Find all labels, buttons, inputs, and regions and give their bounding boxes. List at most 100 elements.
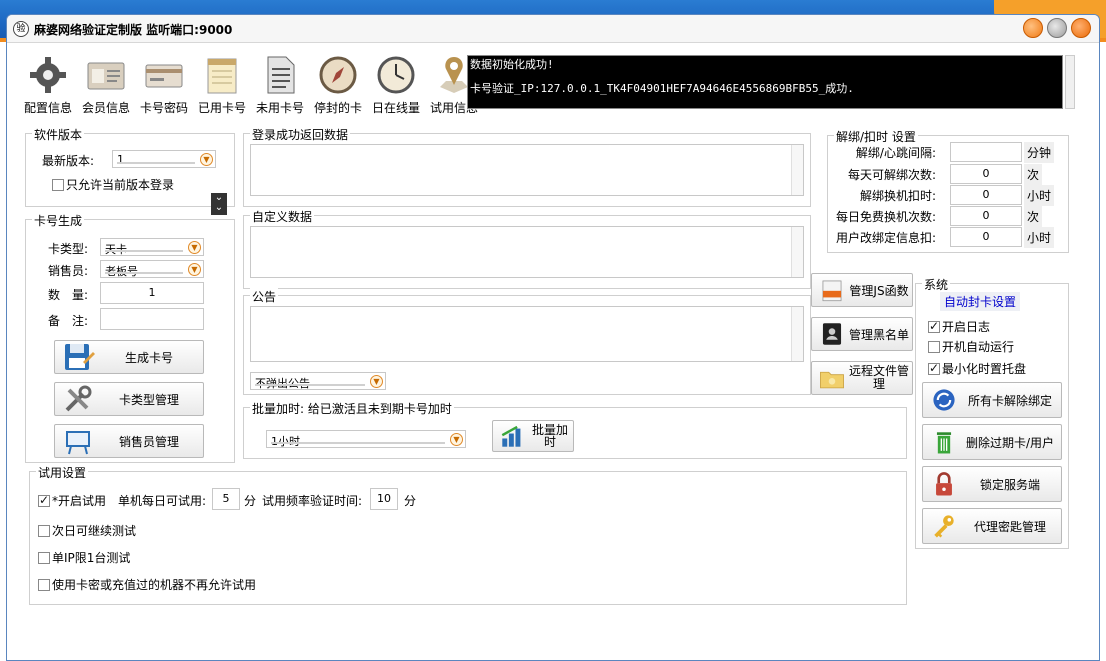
card-type-select[interactable]: 天卡 ▼ [100,238,204,256]
chevron-down-icon: ▼ [188,263,201,276]
notice-popup-select[interactable]: 不弹出公告 ▼ [250,372,386,390]
one-ip-limit-checkbox[interactable]: 单IP限1台测试 [38,549,130,566]
trial-settings-group: 试用设置 *开启试用 单机每日可试用: 5 分 试用频率验证时间: 10 分 次… [29,464,907,605]
daily-trial-input[interactable]: 5 [212,488,240,510]
select-underline [105,272,183,274]
unit-label: 次 [1024,206,1043,227]
app-logo-icon: 验 [13,21,29,37]
log-scrollbar[interactable] [1065,55,1075,109]
scrollbar[interactable] [791,227,803,277]
minimize-button[interactable] [1023,18,1043,38]
tool-banned-cards[interactable]: 停封的卡 [311,53,365,115]
software-version-group: 软件版本 最新版本: 1 ▼ 只允许当前版本登录 [25,126,235,207]
compass-icon [319,56,357,94]
button-label: 销售员管理 [118,434,179,449]
card-type-management-button[interactable]: 卡类型管理 [54,382,204,416]
latest-version-select[interactable]: 1 ▼ [112,150,216,168]
js-file-icon [822,280,842,302]
login-return-textarea[interactable] [250,144,804,196]
notice-textarea[interactable] [250,306,804,362]
only-current-version-checkbox[interactable]: 只允许当前版本登录 [52,176,174,193]
heartbeat-interval-input[interactable] [950,142,1022,162]
group-legend: 批量加时: 给已激活且未到期卡号加时 [250,400,454,417]
manage-blacklist-button[interactable]: 管理黑名单 [811,317,913,351]
close-button[interactable] [1071,18,1091,38]
scrollbar[interactable] [791,145,803,195]
window-titlebar[interactable]: 验 麻婆网络验证定制版 监听端口:9000 [7,15,1099,43]
minimize-to-tray-checkbox[interactable]: 最小化时置托盘 [928,360,1026,377]
unbind-all-cards-button[interactable]: 所有卡解除绑定 [922,382,1062,418]
select-underline [271,442,445,444]
rebind-deduct-input[interactable]: 0 [950,227,1022,247]
window-content: 配置信息 会员信息 卡号密码 已用卡号 未用卡号 停封的卡 日在线量 试用信息 … [7,43,1099,660]
next-day-continue-checkbox[interactable]: 次日可继续测试 [38,522,136,539]
batch-time-select[interactable]: 1小时 ▼ [266,430,466,448]
daily-trial-label: 单机每日可试用: [118,494,207,508]
lock-server-button[interactable]: 锁定服务端 [922,466,1062,502]
free-machine-change-input[interactable]: 0 [950,206,1022,226]
card-generation-group: 卡号生成 卡类型: 天卡 ▼ 销售员: 老板号 ▼ 数 量: 1 备 注: 生成… [25,212,235,463]
tool-label: 未用卡号 [255,101,304,115]
seller-management-button[interactable]: 销售员管理 [54,424,204,458]
autostart-checkbox[interactable]: 开机自动运行 [928,338,1014,355]
unit-label: 分 [244,494,257,508]
button-label: 卡类型管理 [118,392,179,407]
agent-key-management-button[interactable]: 代理密匙管理 [922,508,1062,544]
log-line: 数据初始化成功! [470,58,554,71]
button-label: 管理黑名单 [848,327,909,342]
easel-icon [66,431,90,455]
seller-select[interactable]: 老板号 ▼ [100,260,204,278]
enable-log-checkbox[interactable]: 开启日志 [928,318,990,335]
note-input[interactable] [100,308,204,330]
batch-add-time-button[interactable]: 批量加时 [492,420,574,452]
tool-daily-online[interactable]: 日在线量 [369,53,423,115]
tool-config-info[interactable]: 配置信息 [21,53,75,115]
scrollbar[interactable] [791,307,803,361]
tool-card-password[interactable]: 卡号密码 [137,53,191,115]
expand-chevron-icon[interactable]: ⌄ ⌄ [211,193,227,215]
checkbox-label: 开机自动运行 [942,340,1015,354]
trial-frequency-input[interactable]: 10 [370,488,398,510]
card-type-label: 卡类型: [48,242,89,256]
unbind-row-label: 用户改绑定信息扣: [835,231,936,245]
button-label: 所有卡解除绑定 [967,393,1052,408]
unbind-row-label: 解绑换机扣时: [859,189,936,203]
remote-file-management-button[interactable]: 远程文件管理 [811,361,913,395]
checkbox-label: 单IP限1台测试 [52,551,131,565]
generate-cards-button[interactable]: 生成卡号 [54,340,204,374]
document-icon [267,56,295,94]
group-legend: 试用设置 [36,464,89,481]
unbind-deduct-hours-input[interactable]: 0 [950,185,1022,205]
select-underline [117,162,195,164]
enable-trial-checkbox[interactable]: *开启试用 [38,492,106,509]
auto-ban-settings-link[interactable]: 自动封卡设置 [940,292,1021,311]
tool-member-info[interactable]: 会员信息 [79,53,133,115]
quantity-input[interactable]: 1 [100,282,204,304]
trial-frequency-label: 试用频率验证时间: [262,494,363,508]
delete-expired-button[interactable]: 删除过期卡/用户 [922,424,1062,460]
checkbox-box [928,319,940,333]
manage-js-button[interactable]: 管理JS函数 [811,273,913,307]
log-console[interactable]: 数据初始化成功! 卡号验证_IP:127.0.0.1_TK4F04901HEF7… [467,55,1063,109]
maximize-button[interactable] [1047,18,1067,38]
checkbox-label: *开启试用 [52,494,107,508]
chevron-down-icon: ▼ [370,375,383,388]
tool-unused-cards[interactable]: 未用卡号 [253,53,307,115]
select-underline [105,250,183,252]
unit-label: 小时 [1024,227,1055,248]
group-legend: 解绑/扣时 设置 [834,128,918,145]
custom-data-textarea[interactable] [250,226,804,278]
chevron-down-icon: ▼ [450,433,463,446]
no-retry-after-recharge-checkbox[interactable]: 使用卡密或充值过的机器不再允许试用 [38,576,256,593]
checkbox-label: 最小化时置托盘 [942,362,1027,376]
daily-unbind-count-input[interactable]: 0 [950,164,1022,184]
system-group: 系统 自动封卡设置 开启日志 开机自动运行 最小化时置托盘 所有卡解除绑定 删除… [915,276,1069,549]
unbind-settings-group: 解绑/扣时 设置 解绑/心跳间隔: 分钟 每天可解绑次数: 0 次 解绑换机扣时… [827,128,1069,253]
checkbox-box [928,340,940,353]
floppy-disk-icon [65,344,95,370]
unit-label: 分 [404,494,417,508]
select-underline [255,384,365,386]
group-legend: 登录成功返回数据 [250,126,351,143]
tool-used-cards[interactable]: 已用卡号 [195,53,249,115]
group-legend: 公告 [250,288,279,305]
